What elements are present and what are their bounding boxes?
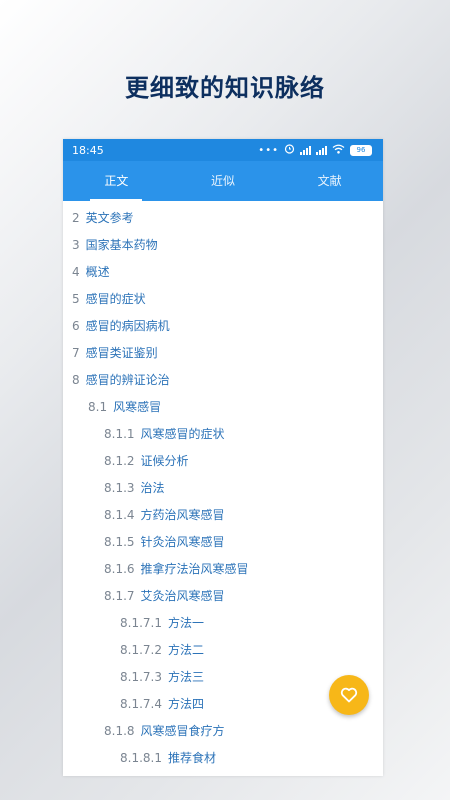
toc-item[interactable]: 8.1.4 方药治风寒感冒: [63, 502, 383, 529]
toc-item[interactable]: 8.1.6 推拿疗法治风寒感冒: [63, 556, 383, 583]
toc-item[interactable]: 6 感冒的病因病机: [63, 313, 383, 340]
toc-item-title: 证候分析: [140, 454, 189, 468]
toc-item-title: 感冒的辨证论治: [85, 373, 170, 387]
toc-item-number: 2: [72, 211, 80, 225]
toc-item-number: 8.1.7.3: [120, 670, 162, 684]
status-time: 18:45: [72, 144, 104, 157]
toc-item-title: 方法一: [167, 616, 204, 630]
toc-item-number: 8.1.6: [104, 562, 135, 576]
toc-item-number: 8.1.7.2: [120, 643, 162, 657]
toc-item-number: 3: [72, 238, 80, 252]
toc-item-title: 方法二: [167, 643, 204, 657]
toc-item-number: 8.1.7: [104, 589, 135, 603]
battery-icon: 96: [350, 144, 372, 156]
toc-item[interactable]: 8.1.7.2 方法二: [63, 637, 383, 664]
toc-item-title: 方法四: [167, 697, 204, 711]
toc-item-title: 风寒感冒食疗方: [140, 724, 225, 738]
toc-item-title: 感冒类证鉴别: [85, 346, 158, 360]
toc-item-title: 方法三: [167, 670, 204, 684]
toc-item-number: 8.1.2: [104, 454, 135, 468]
toc-item-title: 推拿疗法治风寒感冒: [140, 562, 249, 576]
toc-item[interactable]: 8.1.7.1 方法一: [63, 610, 383, 637]
toc-item[interactable]: 7 感冒类证鉴别: [63, 340, 383, 367]
signal-icon-2: [316, 145, 327, 155]
tab-similar[interactable]: 近似: [170, 161, 277, 201]
toc-item-title: 治法: [140, 481, 165, 495]
toc-item[interactable]: 8.1.2 证候分析: [63, 448, 383, 475]
headline: 更细致的知识脉络: [125, 74, 325, 102]
toc-item-title: 国家基本药物: [85, 238, 158, 252]
toc-item[interactable]: 8.1.5 针灸治风寒感冒: [63, 529, 383, 556]
toc-item-number: 7: [72, 346, 80, 360]
toc-item-number: 8.1.7.1: [120, 616, 162, 630]
heart-icon: [340, 687, 358, 703]
toc-item-number: 5: [72, 292, 80, 306]
status-bar: 18:45 ••• 96: [63, 139, 383, 161]
toc-item[interactable]: 4 概述: [63, 259, 383, 286]
toc-item[interactable]: 8.1.3 治法: [63, 475, 383, 502]
toc-item[interactable]: 8.1.7 艾灸治风寒感冒: [63, 583, 383, 610]
toc-item-number: 8.1.1: [104, 427, 135, 441]
toc-item-number: 8.1.5: [104, 535, 135, 549]
tab-main[interactable]: 正文: [63, 161, 170, 201]
toc-item[interactable]: 8.1.8 风寒感冒食疗方: [63, 718, 383, 745]
toc-item-number: 4: [72, 265, 80, 279]
toc-item[interactable]: 8.1 风寒感冒: [63, 394, 383, 421]
more-dots-icon: •••: [258, 144, 279, 156]
toc-item-title: 针灸治风寒感冒: [140, 535, 225, 549]
toc-item-number: 6: [72, 319, 80, 333]
toc-item[interactable]: 8 感冒的辨证论治: [63, 367, 383, 394]
toc-item-title: 艾灸治风寒感冒: [140, 589, 225, 603]
toc-item-title: 推荐食材: [167, 751, 216, 765]
toc-item-number: 8.1.8.1: [120, 751, 162, 765]
favorite-button[interactable]: [329, 675, 369, 715]
signal-icon-1: [300, 145, 311, 155]
toc-item-title: 感冒的病因病机: [85, 319, 170, 333]
toc-item-title: 风寒感冒: [113, 400, 162, 414]
toc-item[interactable]: 5 感冒的症状: [63, 286, 383, 313]
toc-item-title: 感冒的症状: [85, 292, 146, 306]
toc-item-title: 英文参考: [85, 211, 134, 225]
status-icons: ••• 96: [258, 143, 372, 157]
tab-bar: 正文 近似 文献: [63, 161, 383, 201]
toc-item[interactable]: 8.1.1 风寒感冒的症状: [63, 421, 383, 448]
toc-item-number: 8.1.3: [104, 481, 135, 495]
toc-item-number: 8.1.4: [104, 508, 135, 522]
wifi-icon: [332, 144, 345, 157]
toc-item-title: 方药治风寒感冒: [140, 508, 225, 522]
toc-item[interactable]: 8.1.8.1 推荐食材: [63, 745, 383, 772]
toc-item-title: 概述: [85, 265, 110, 279]
toc-item-number: 8: [72, 373, 80, 387]
toc-item[interactable]: 3 国家基本药物: [63, 232, 383, 259]
tab-references[interactable]: 文献: [276, 161, 383, 201]
toc-item-number: 8.1.7.4: [120, 697, 162, 711]
toc-item[interactable]: 2 英文参考: [63, 205, 383, 232]
alarm-icon: [284, 143, 295, 157]
toc-item-number: 8.1: [88, 400, 108, 414]
toc-item-number: 8.1.8: [104, 724, 135, 738]
toc-item-title: 风寒感冒的症状: [140, 427, 225, 441]
